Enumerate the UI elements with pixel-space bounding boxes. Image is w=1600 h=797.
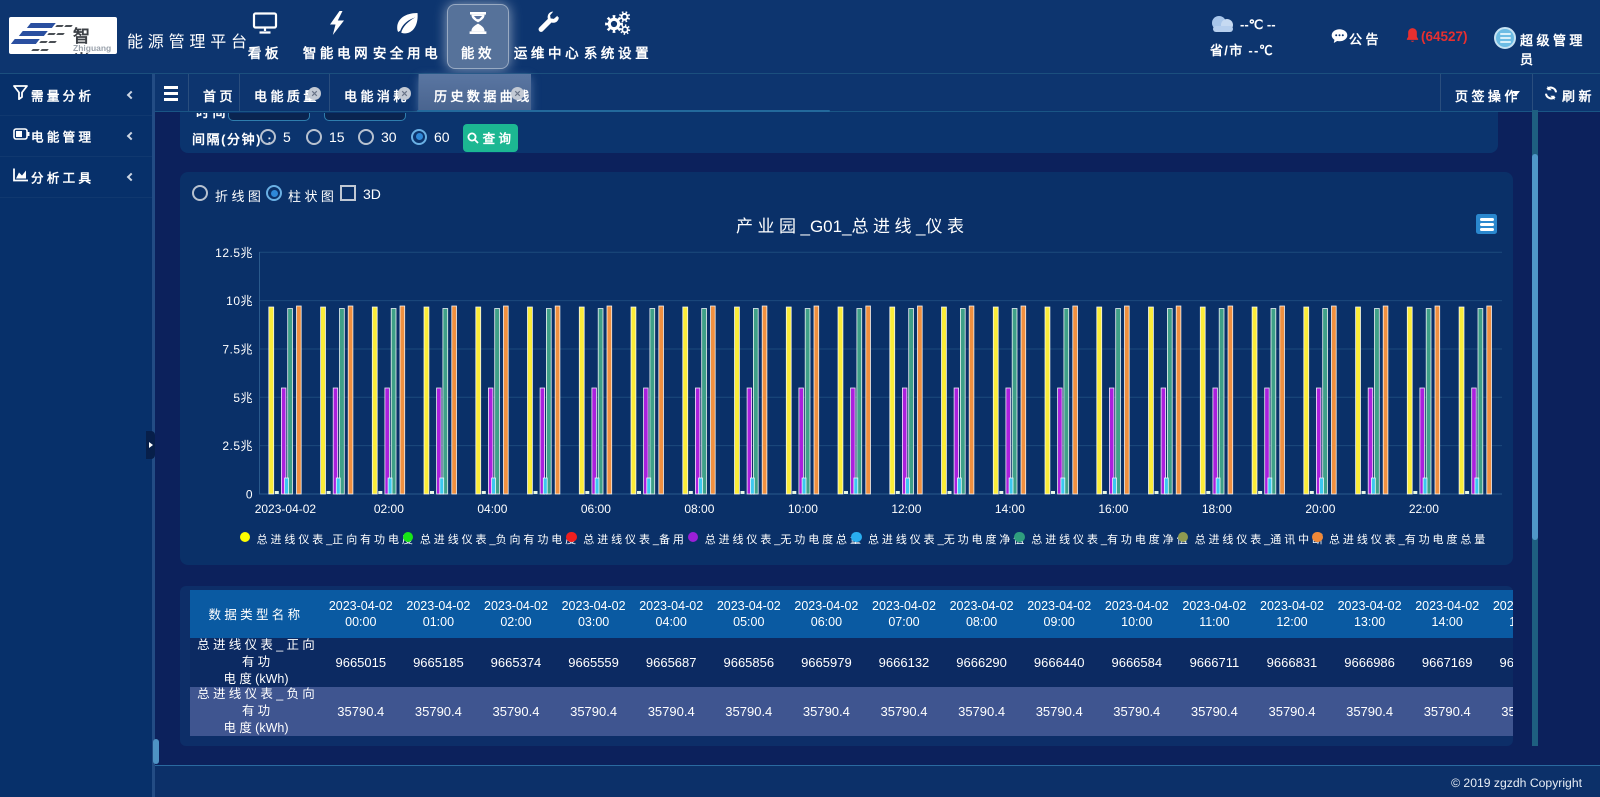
svg-text:2023-04-02: 2023-04-02 <box>255 502 317 516</box>
svg-text:7.5兆: 7.5兆 <box>222 343 253 357</box>
svg-text:14:00: 14:00 <box>995 502 1025 516</box>
svg-text:02:00: 02:00 <box>374 502 404 516</box>
svg-text:5兆: 5兆 <box>233 391 253 405</box>
svg-text:06:00: 06:00 <box>581 502 611 516</box>
svg-text:08:00: 08:00 <box>684 502 714 516</box>
svg-text:12.5兆: 12.5兆 <box>215 246 253 260</box>
svg-text:2.5兆: 2.5兆 <box>222 439 253 453</box>
svg-text:16:00: 16:00 <box>1098 502 1128 516</box>
svg-text:0: 0 <box>246 488 253 502</box>
svg-text:12:00: 12:00 <box>891 502 921 516</box>
svg-text:10:00: 10:00 <box>788 502 818 516</box>
svg-text:18:00: 18:00 <box>1202 502 1232 516</box>
svg-text:22:00: 22:00 <box>1409 502 1439 516</box>
svg-text:20:00: 20:00 <box>1305 502 1335 516</box>
svg-text:10兆: 10兆 <box>226 294 253 308</box>
svg-text:04:00: 04:00 <box>477 502 507 516</box>
